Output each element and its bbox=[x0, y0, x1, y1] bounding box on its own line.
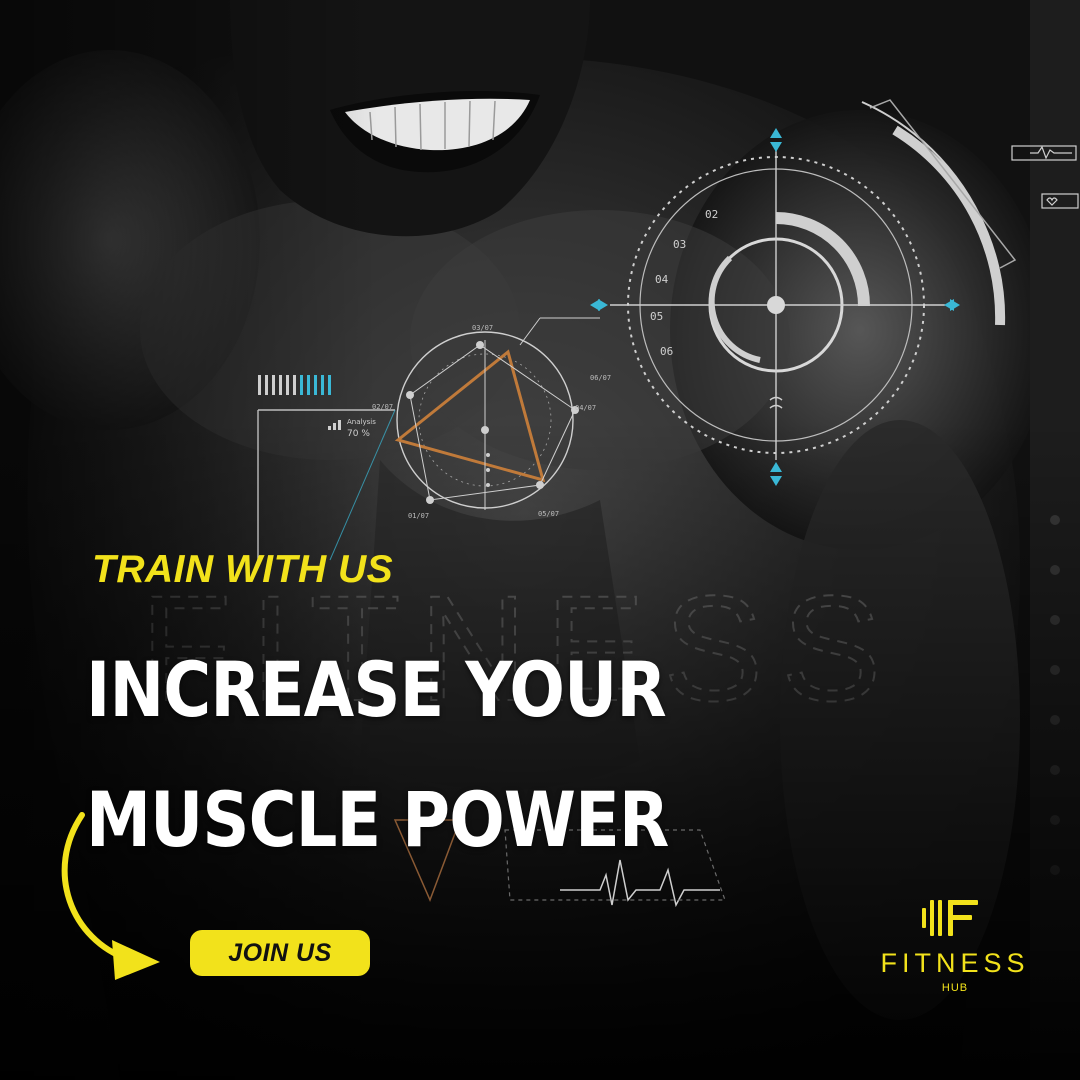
svg-text:01/07: 01/07 bbox=[408, 512, 429, 520]
headline-line-2: MUSCLE POWER bbox=[86, 775, 669, 864]
svg-text:04: 04 bbox=[655, 273, 669, 286]
tagline: TRAIN WITH US bbox=[92, 548, 394, 591]
headline-line-1: INCREASE YOUR bbox=[86, 645, 667, 734]
fitness-hub-logo-icon bbox=[922, 900, 978, 936]
svg-text:02/07: 02/07 bbox=[372, 403, 393, 411]
svg-text:05/07: 05/07 bbox=[538, 510, 559, 518]
brand-logo: FITNESS HUB bbox=[860, 896, 1050, 1006]
svg-text:02: 02 bbox=[705, 208, 718, 221]
svg-text:03: 03 bbox=[673, 238, 686, 251]
svg-text:03/07: 03/07 bbox=[472, 324, 493, 332]
hud-analysis-value: 70 % bbox=[347, 429, 370, 439]
brand-subtitle: HUB bbox=[941, 982, 969, 994]
svg-text:06: 06 bbox=[660, 345, 673, 358]
svg-text:04/07: 04/07 bbox=[575, 404, 596, 412]
svg-text:06/07: 06/07 bbox=[590, 374, 611, 382]
brand-name: FITNESS bbox=[880, 948, 1030, 978]
fitness-poster: FITNESS 02 03 04 05 06 bbox=[0, 0, 1080, 1080]
svg-text:05: 05 bbox=[650, 310, 663, 323]
hud-analysis-label: Analysis bbox=[347, 418, 376, 426]
join-us-button[interactable]: JOIN US bbox=[190, 930, 370, 976]
